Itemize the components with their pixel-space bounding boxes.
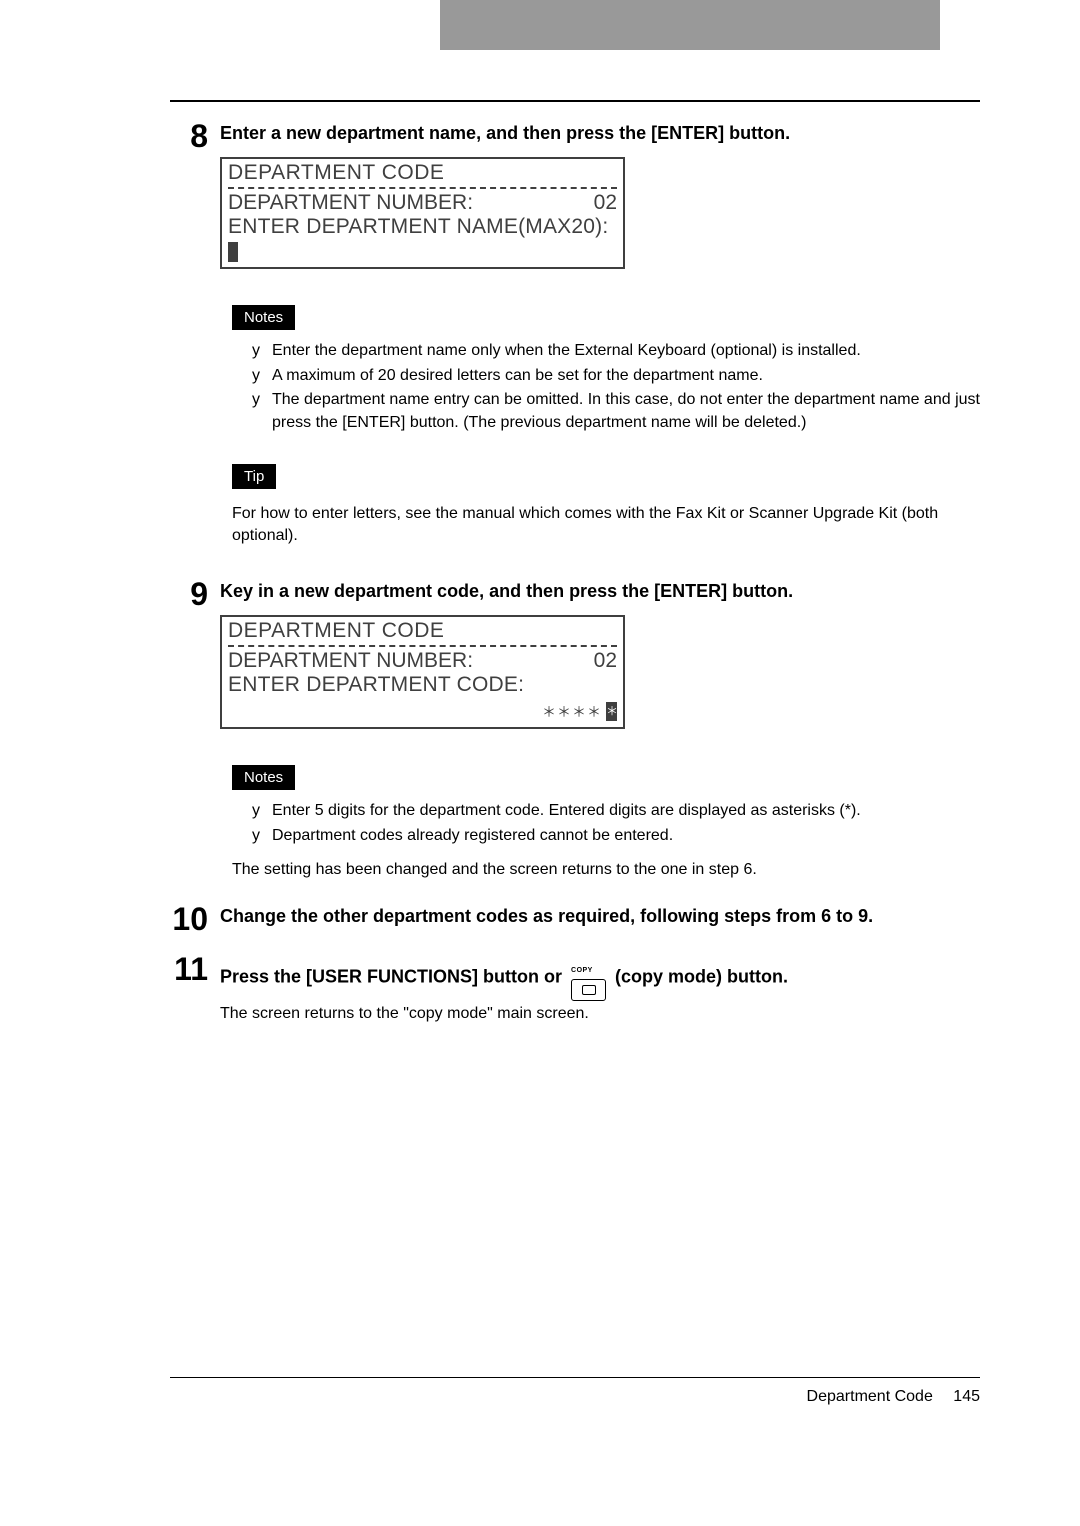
header-banner — [440, 0, 940, 50]
bullet-icon: y — [252, 825, 272, 847]
cursor-asterisk-icon: ＊ — [606, 702, 617, 721]
copy-label: COPY — [571, 967, 593, 974]
step-11-title: Press the [USER FUNCTIONS] button or COP… — [220, 955, 980, 1000]
copy-inner-icon — [582, 985, 596, 995]
bullet-icon: y — [252, 365, 272, 387]
cursor-icon — [228, 242, 238, 262]
note-text: The department name entry can be omitted… — [272, 389, 980, 434]
tip-text: For how to enter letters, see the manual… — [232, 503, 980, 548]
copy-box-icon — [571, 979, 606, 1001]
step-8-title: Enter a new department name, and then pr… — [220, 122, 980, 145]
notes-list-9: y Enter 5 digits for the department code… — [252, 800, 980, 847]
lcd-panel-code: DEPARTMENT CODE DEPARTMENT NUMBER: 02 EN… — [220, 615, 625, 729]
step-11-subtext: The screen returns to the "copy mode" ma… — [220, 1005, 980, 1023]
step-8: 8 Enter a new department name, and then … — [170, 120, 980, 269]
list-item: y Enter the department name only when th… — [252, 340, 980, 362]
list-item: y A maximum of 20 desired letters can be… — [252, 365, 980, 387]
step-9-title: Key in a new department code, and then p… — [220, 580, 980, 603]
notes-label: Notes — [232, 765, 295, 790]
step-number-10: 10 — [170, 903, 220, 935]
bullet-icon: y — [252, 800, 272, 822]
step-number-9: 9 — [170, 578, 220, 610]
note-text: Enter the department name only when the … — [272, 340, 861, 362]
step-11-title-after: (copy mode) button. — [615, 967, 788, 987]
lcd-dept-number-value: 02 — [594, 649, 617, 673]
step-9-after-text: The setting has been changed and the scr… — [232, 859, 980, 881]
lcd-prompt: ENTER DEPARTMENT NAME(MAX20): — [228, 215, 617, 239]
lcd-dept-number-row: DEPARTMENT NUMBER: 02 — [228, 191, 617, 215]
step-10: 10 Change the other department codes as … — [170, 903, 980, 935]
main-content: 8 Enter a new department name, and then … — [170, 100, 980, 1031]
list-item: y The department name entry can be omitt… — [252, 389, 980, 434]
notes-list-8: y Enter the department name only when th… — [252, 340, 980, 434]
bullet-icon: y — [252, 340, 272, 362]
step-8-details: Notes y Enter the department name only w… — [232, 277, 980, 547]
step-11-title-before: Press the [USER FUNCTIONS] button or — [220, 967, 567, 987]
lcd-panel-name: DEPARTMENT CODE DEPARTMENT NUMBER: 02 EN… — [220, 157, 625, 269]
masked-digits: ＊＊＊＊ — [542, 704, 602, 720]
list-item: y Enter 5 digits for the department code… — [252, 800, 980, 822]
lcd-dept-number-row: DEPARTMENT NUMBER: 02 — [228, 649, 617, 673]
step-body-9: Key in a new department code, and then p… — [220, 578, 980, 729]
step-number-8: 8 — [170, 120, 220, 152]
step-body-8: Enter a new department name, and then pr… — [220, 120, 980, 269]
lcd-code-input: ＊＊＊＊＊ — [228, 699, 617, 723]
step-body-10: Change the other department codes as req… — [220, 903, 980, 928]
footer-label: Department Code — [807, 1388, 933, 1405]
page-footer: Department Code 145 — [170, 1377, 980, 1406]
note-text: A maximum of 20 desired letters can be s… — [272, 365, 763, 387]
lcd-title: DEPARTMENT CODE — [228, 161, 617, 189]
lcd-title: DEPARTMENT CODE — [228, 619, 617, 647]
note-text: Enter 5 digits for the department code. … — [272, 800, 861, 822]
page-number: 145 — [953, 1388, 980, 1405]
step-body-11: Press the [USER FUNCTIONS] button or COP… — [220, 953, 980, 1022]
notes-label: Notes — [232, 305, 295, 330]
lcd-input-row — [228, 239, 617, 263]
lcd-dept-number-value: 02 — [594, 191, 617, 215]
step-10-title: Change the other department codes as req… — [220, 905, 980, 928]
step-9-details: Notes y Enter 5 digits for the departmen… — [232, 737, 980, 881]
tip-label: Tip — [232, 464, 276, 489]
list-item: y Department codes already registered ca… — [252, 825, 980, 847]
copy-mode-button-icon: COPY — [571, 955, 606, 1000]
step-11: 11 Press the [USER FUNCTIONS] button or … — [170, 953, 980, 1022]
step-number-11: 11 — [170, 953, 220, 985]
step-9: 9 Key in a new department code, and then… — [170, 578, 980, 729]
lcd-dept-number-label: DEPARTMENT NUMBER: — [228, 649, 473, 673]
note-text: Department codes already registered cann… — [272, 825, 673, 847]
lcd-dept-number-label: DEPARTMENT NUMBER: — [228, 191, 473, 215]
bullet-icon: y — [252, 389, 272, 434]
lcd-prompt: ENTER DEPARTMENT CODE: — [228, 673, 617, 697]
